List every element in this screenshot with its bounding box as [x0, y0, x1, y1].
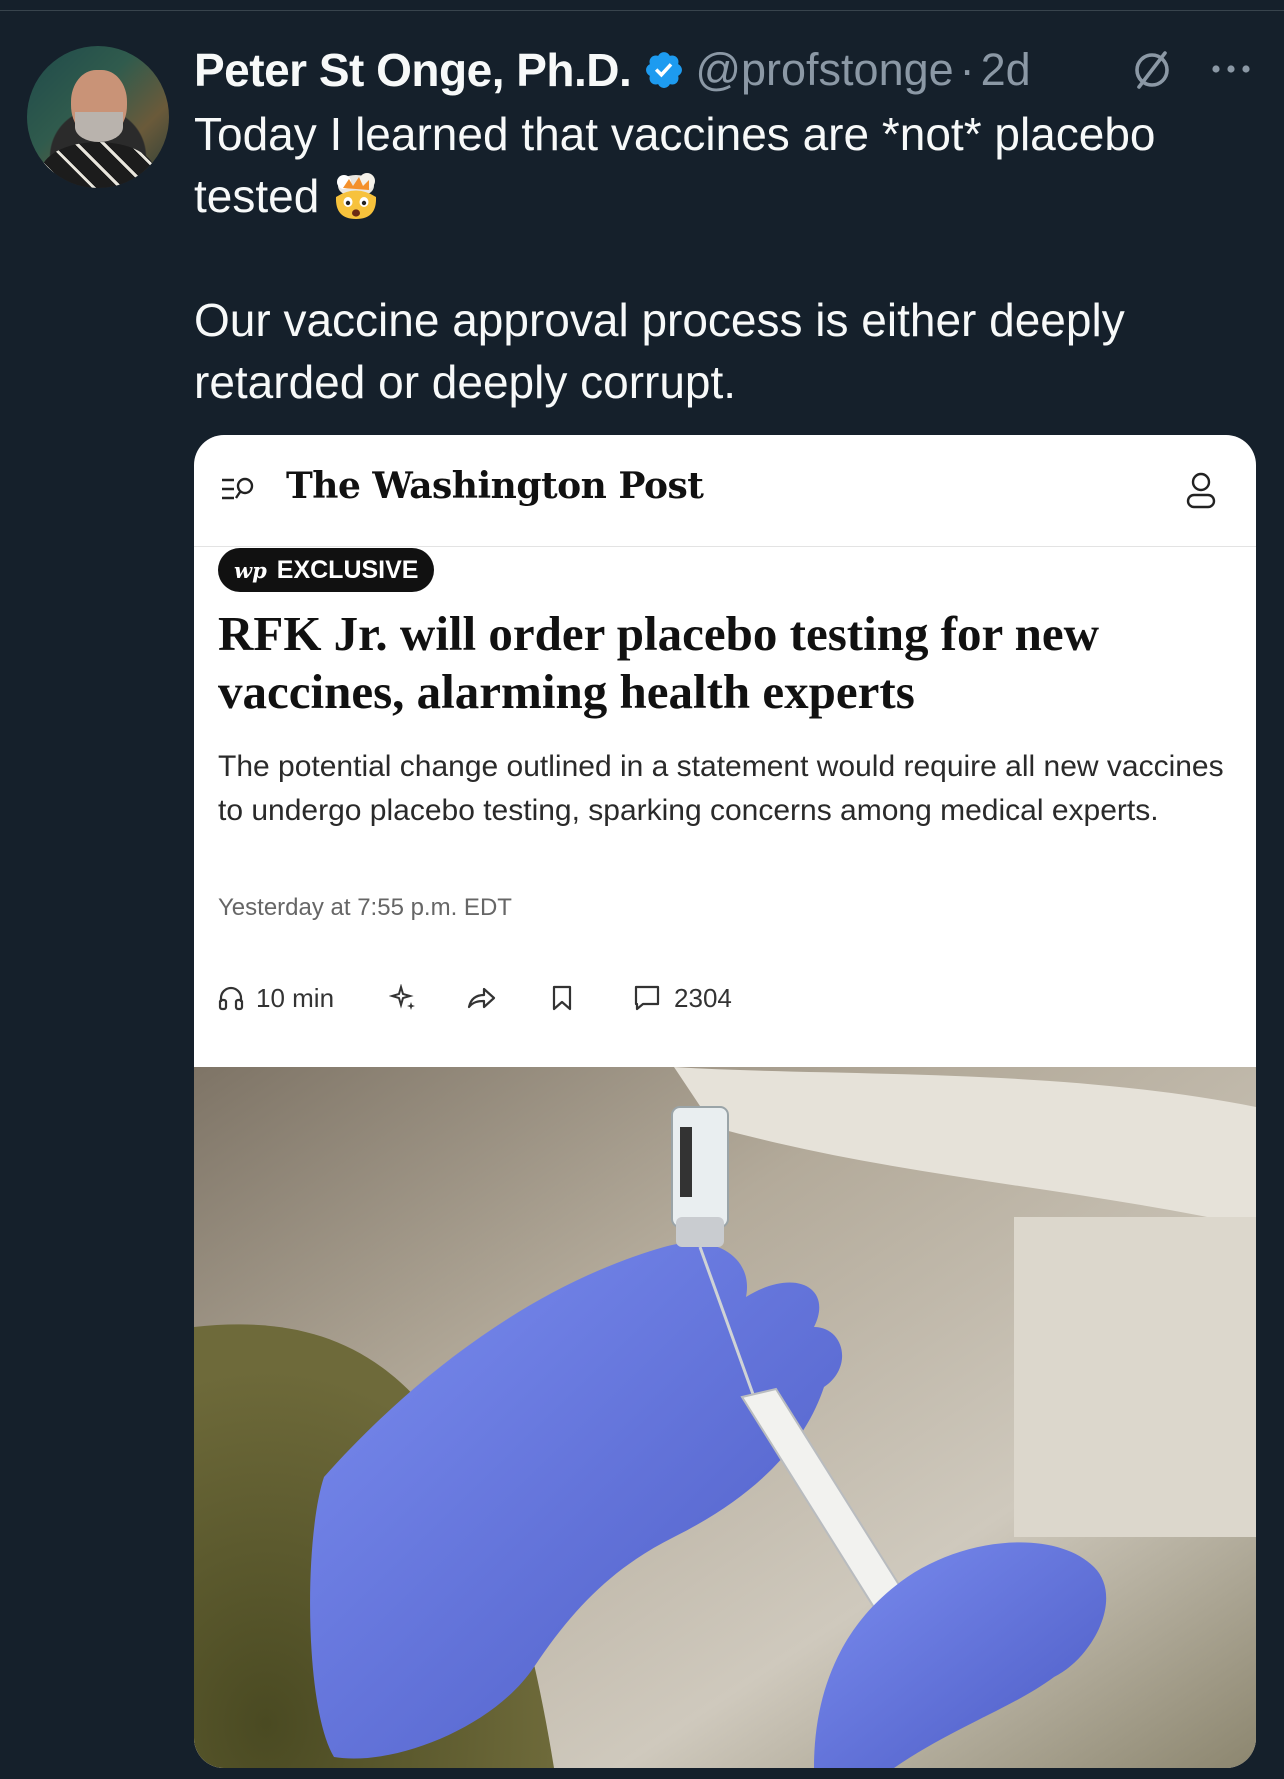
tweet[interactable]: Peter St Onge, Ph.D. @profstonge · 2d To…	[0, 0, 1284, 1779]
article-headline: RFK Jr. will order placebo testing for n…	[218, 606, 1100, 719]
exploding-head-emoji-icon	[336, 173, 377, 219]
menu-search-icon	[222, 477, 254, 500]
exclusive-label: EXCLUSIVE	[276, 555, 419, 584]
exclusive-badge: wp EXCLUSIVE	[218, 548, 435, 592]
comments-button: 2304	[634, 983, 732, 1014]
avatar[interactable]	[27, 46, 169, 188]
separator-dot: ·	[959, 44, 975, 95]
headphones-icon	[218, 986, 244, 1011]
tweet-text-line-2: Our vaccine approval process is either d…	[194, 294, 1125, 408]
comment-icon	[634, 985, 660, 1011]
article-action-bar: 10 min 2304	[218, 972, 732, 1024]
listen-button: 10 min	[218, 983, 334, 1014]
timestamp[interactable]: 2d	[981, 44, 1031, 96]
listen-duration: 10 min	[256, 982, 335, 1013]
user-icon	[1186, 472, 1216, 509]
sparkle-icon	[389, 984, 416, 1010]
tweet-header: Peter St Onge, Ph.D. @profstonge · 2d	[194, 40, 1031, 100]
wp-logo: The Washington Post	[286, 465, 704, 507]
comment-count: 2304	[674, 982, 732, 1013]
grok-icon[interactable]	[1130, 48, 1174, 92]
tweet-text-line-1: Today I learned that vaccines are *not* …	[194, 108, 1156, 222]
wp-monogram: wp	[234, 557, 267, 583]
bookmark-icon	[552, 985, 572, 1011]
article-photo	[194, 1067, 1256, 1768]
article-subheadline: The potential change outlined in a state…	[218, 750, 1224, 827]
handle[interactable]: @profstonge	[695, 44, 953, 96]
verified-badge-icon[interactable]	[643, 49, 685, 91]
more-options-icon[interactable]	[1208, 56, 1254, 82]
display-name[interactable]: Peter St Onge, Ph.D.	[194, 43, 632, 97]
tweet-text: Today I learned that vaccines are *not* …	[194, 103, 1254, 413]
article-dateline: Yesterday at 7:55 p.m. EDT	[218, 894, 512, 921]
article-screenshot[interactable]: The Washington Post wp EXCLUSIVE RFK Jr.…	[194, 435, 1256, 1768]
wp-header: The Washington Post	[194, 435, 1256, 547]
vaccine-syringe-photo	[194, 1067, 1256, 1768]
share-icon	[467, 987, 496, 1009]
